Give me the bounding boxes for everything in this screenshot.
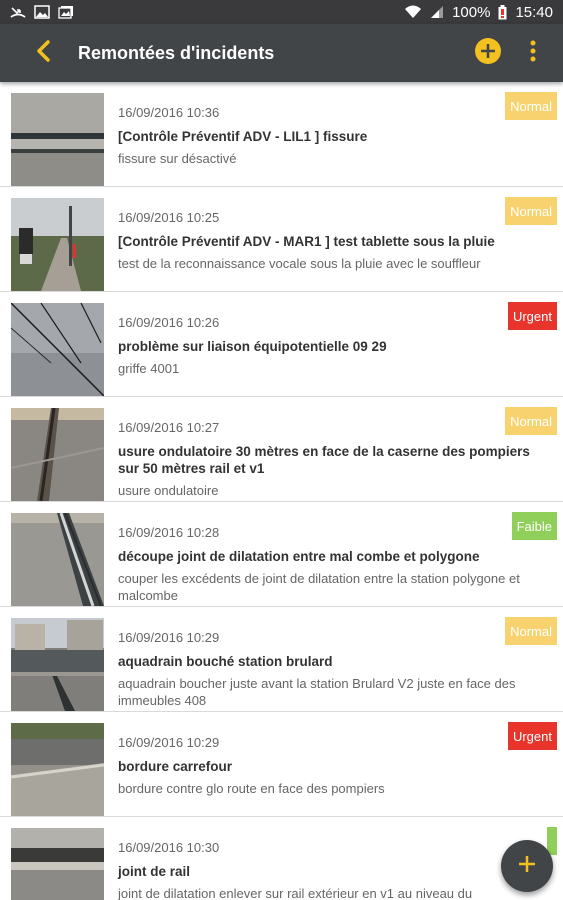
- list-item[interactable]: 16/09/2016 10:29 aquadrain bouché statio…: [0, 607, 563, 712]
- missed-call-icon: [10, 5, 26, 19]
- incident-title: [Contrôle Préventif ADV - MAR1 ] test ta…: [118, 234, 495, 249]
- incident-photo: [11, 723, 104, 816]
- incident-photo: [11, 618, 104, 711]
- status-right: 100% 15:40: [404, 4, 553, 21]
- wifi-icon: [404, 5, 422, 19]
- plus-circle-icon: [474, 37, 502, 70]
- priority-badge: Urgent: [507, 722, 557, 750]
- incident-date: 16/09/2016 10:30: [118, 840, 220, 855]
- clock: 15:40: [515, 3, 553, 21]
- overflow-menu-button[interactable]: [521, 38, 545, 68]
- add-incident-button[interactable]: [473, 37, 503, 70]
- more-vert-icon: [530, 40, 536, 67]
- incident-title: joint de rail: [118, 864, 191, 879]
- incident-description: couper les excédents de joint de dilatat…: [118, 571, 520, 603]
- incident-photo: [11, 303, 104, 396]
- list-item[interactable]: 16/09/2016 10:25 [Contrôle Préventif ADV…: [0, 187, 563, 292]
- incident-photo: [11, 828, 104, 900]
- incident-photo: [11, 513, 104, 606]
- battery-percent: 100%: [452, 3, 491, 21]
- incident-description: test de la reconnaissance vocale sous la…: [118, 256, 481, 271]
- add-floating-button[interactable]: [501, 840, 553, 892]
- incident-date: 16/09/2016 10:26: [118, 315, 220, 330]
- incident-description: usure ondulatoire: [118, 483, 219, 498]
- incident-description: fissure sur désactivé: [118, 151, 237, 166]
- list-item[interactable]: 16/09/2016 10:28 découpe joint de dilata…: [0, 502, 563, 607]
- signal-icon: [430, 5, 444, 19]
- incident-title: problème sur liaison équipotentielle 09 …: [118, 339, 387, 354]
- plus-icon: [518, 855, 536, 878]
- status-bar: 100% 15:40: [0, 0, 563, 24]
- priority-badge: Faible: [511, 512, 557, 540]
- status-left: [10, 5, 74, 19]
- chevron-left-icon: [35, 39, 53, 67]
- priority-badge: Normal: [505, 197, 557, 225]
- incident-photo: [11, 93, 104, 186]
- back-button[interactable]: [26, 35, 62, 71]
- app-bar: Remontées d'incidents: [0, 24, 563, 82]
- incident-date: 16/09/2016 10:36: [118, 105, 220, 120]
- incident-photo: [11, 408, 104, 501]
- incident-description: bordure contre glo route en face des pom…: [118, 781, 385, 796]
- photos-icon: [58, 5, 74, 19]
- incident-list: 16/09/2016 10:36 [Contrôle Préventif ADV…: [0, 82, 563, 900]
- priority-badge: Normal: [505, 407, 557, 435]
- page-title: Remontées d'incidents: [78, 42, 275, 63]
- incident-description: joint de dilatation enlever sur rail ext…: [118, 886, 473, 900]
- incident-title: bordure carrefour: [118, 759, 233, 774]
- incident-description: griffe 4001: [118, 361, 180, 376]
- incident-date: 16/09/2016 10:29: [118, 630, 220, 645]
- incident-date: 16/09/2016 10:29: [118, 735, 220, 750]
- priority-badge: Normal: [505, 92, 557, 120]
- incident-date: 16/09/2016 10:28: [118, 525, 220, 540]
- battery-icon: [498, 4, 507, 20]
- incident-title: aquadrain bouché station brulard: [118, 654, 333, 669]
- incident-title: [Contrôle Préventif ADV - LIL1 ] fissure: [118, 129, 368, 144]
- incident-date: 16/09/2016 10:27: [118, 420, 220, 435]
- list-item[interactable]: 16/09/2016 10:29 bordure carrefour bordu…: [0, 712, 563, 817]
- incident-photo: [11, 198, 104, 291]
- list-item[interactable]: 16/09/2016 10:30 joint de rail joint de …: [0, 817, 563, 900]
- priority-badge: Urgent: [507, 302, 557, 330]
- incident-description: aquadrain boucher juste avant la station…: [118, 676, 516, 708]
- incident-title: découpe joint de dilatation entre mal co…: [118, 549, 480, 564]
- incident-date: 16/09/2016 10:25: [118, 210, 220, 225]
- gallery-icon: [34, 5, 50, 19]
- list-item[interactable]: 16/09/2016 10:36 [Contrôle Préventif ADV…: [0, 82, 563, 187]
- incident-title: usure ondulatoire 30 mètres en face de l…: [118, 444, 530, 476]
- list-item[interactable]: 16/09/2016 10:26 problème sur liaison éq…: [0, 292, 563, 397]
- list-item[interactable]: 16/09/2016 10:27 usure ondulatoire 30 mè…: [0, 397, 563, 502]
- priority-badge: Normal: [505, 617, 557, 645]
